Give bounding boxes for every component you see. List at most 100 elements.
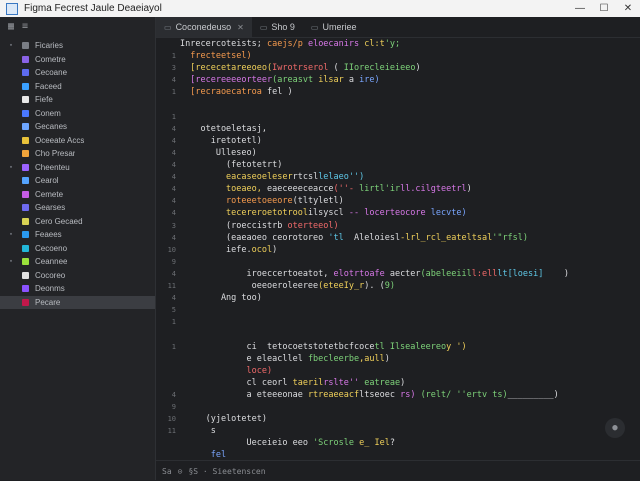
editor-tab[interactable]: ▭ Coconedeuso ✕	[156, 17, 252, 37]
code-token: taeril	[292, 377, 324, 388]
code-text: a eteeeonae rtreaeeacfltseoec rs) (relt/…	[180, 389, 559, 401]
close-button[interactable]: ✕	[616, 3, 640, 14]
sort-icon[interactable]: ≡	[22, 21, 28, 32]
sidebar-item[interactable]: Cecoeno	[0, 242, 155, 256]
line-number: 4	[171, 197, 176, 206]
code-text: otetoeletasj,	[180, 123, 267, 135]
file-icon: ▭	[259, 22, 268, 32]
editor-tab[interactable]: ▭ Umeriee	[303, 17, 365, 37]
code-token: ll.cilgteetrl	[400, 184, 467, 195]
code-line: 11 oeeoeroleeree(eteeIy_r). (9)	[156, 280, 640, 292]
circle-icon: ●	[612, 423, 618, 433]
line-number: 11	[167, 282, 176, 290]
sidebar-item[interactable]: Deonms	[0, 282, 155, 296]
sidebar-item[interactable]: ▪ Ceannee	[0, 255, 155, 269]
code-line: 4 tecereroetotroolilsyscl -- locerteocor…	[156, 207, 640, 219]
line-number: 9	[171, 257, 176, 266]
code-token: lt[loesi]	[497, 268, 554, 279]
code-line: 9	[156, 256, 640, 268]
code-text: Ulleseo)	[180, 147, 257, 159]
code-line: 4 Ulleseo)	[156, 147, 640, 159]
code-token: Inrecercoteists;	[180, 39, 267, 49]
code-token: (roeccistrb	[180, 220, 288, 231]
status-item[interactable]: §S · Sieetenscen	[188, 467, 265, 476]
code-line: Inrecercoteists; caejs/p eloecanirs cl:t…	[156, 38, 640, 50]
sidebar-item-label: Cecoeno	[35, 243, 68, 253]
code-token: eatreae	[364, 377, 401, 388]
code-token: iretotetl)	[180, 135, 262, 146]
folder-marker-icon: ▪	[9, 163, 13, 171]
code-token: frecteetsel)	[180, 51, 252, 62]
grid-icon[interactable]: ▦	[8, 21, 14, 32]
maximize-button[interactable]: ☐	[592, 3, 616, 14]
code-line: 1	[156, 316, 640, 328]
title-bar: Figma Fecrest Jaule Deaeiayol — ☐ ✕	[0, 0, 640, 17]
sidebar-item[interactable]: Oceeate Accs	[0, 134, 155, 148]
sidebar-item[interactable]: Fiefe	[0, 93, 155, 107]
code-line: 4 Ang too)	[156, 292, 640, 304]
status-item[interactable]: Sa	[162, 467, 172, 476]
sidebar-item[interactable]: Cho Presar	[0, 147, 155, 161]
code-token: rtcsl	[292, 172, 319, 183]
code-text: ci tetocoetstotetbcfcocetl Ilsealeereoy …	[180, 341, 467, 353]
code-token: elotrtoafe	[333, 268, 390, 279]
close-tab-icon[interactable]: ✕	[237, 23, 244, 32]
code-token: [recraoecatroa	[180, 87, 267, 98]
code-token: _________)	[507, 389, 559, 400]
code-line: Ueceieio eeo 'Scrosle e_ Iel?	[156, 437, 640, 449]
tab-label: Sho 9	[271, 22, 295, 32]
line-number: 1	[171, 88, 176, 97]
floating-action-button[interactable]: ●	[605, 418, 625, 438]
code-text: cl ceorl taerilrslte'' eatreae)	[180, 377, 406, 389]
editor-tab[interactable]: ▭ Sho 9	[252, 17, 303, 37]
line-number: 1	[171, 318, 176, 327]
code-token: rslte''	[323, 377, 365, 388]
code-line: 9	[156, 401, 640, 413]
code-text: [recraoecatroa fel )	[180, 86, 293, 98]
code-token: 'tl	[323, 232, 344, 243]
sidebar-item-label: Cho Presar	[35, 149, 76, 159]
code-token: fel )	[267, 87, 293, 98]
code-token: e_ Iel	[359, 438, 390, 449]
sidebar-item[interactable]: Cearol	[0, 174, 155, 188]
sidebar-item[interactable]: Cecoane	[0, 66, 155, 80]
file-type-icon	[22, 69, 29, 77]
sidebar-item[interactable]: Cometre	[0, 53, 155, 67]
code-text: loce)	[180, 365, 273, 377]
sidebar-item[interactable]: Pecare	[0, 295, 155, 309]
code-token: ). (	[364, 281, 385, 291]
code-token: loce)	[180, 365, 273, 376]
file-type-icon	[22, 244, 29, 252]
line-number: 4	[171, 161, 176, 169]
code-token: eaeceeeceacce	[267, 184, 334, 195]
sidebar-item[interactable]: Cemete	[0, 188, 155, 202]
code-token: -lrl_rcl_eateltsal	[400, 232, 493, 243]
code-text: frecteetsel)	[180, 50, 252, 62]
code-token: a eteeeonae	[180, 389, 308, 400]
code-editor[interactable]: Inrecercoteists; caejs/p eloecanirs cl:t…	[156, 38, 640, 460]
sidebar-item[interactable]: Gearses	[0, 201, 155, 215]
line-number: 3	[171, 221, 176, 230]
file-type-icon	[22, 271, 29, 279]
sidebar-item[interactable]: ▪ Ficaries	[0, 39, 155, 53]
file-type-icon	[22, 190, 29, 198]
sidebar-item[interactable]: Conem	[0, 107, 155, 121]
folder-marker-icon: ▪	[9, 42, 13, 50]
code-token: iroeccertoeatot,	[180, 268, 334, 279]
sidebar-item[interactable]: ▪ Feaees	[0, 228, 155, 242]
sidebar-item[interactable]: Gecanes	[0, 120, 155, 134]
code-text: s	[180, 425, 216, 437]
status-item[interactable]: ⊙	[178, 467, 183, 476]
sidebar-item-label: Ceannee	[35, 257, 68, 267]
sidebar-item-label: Cometre	[35, 54, 66, 64]
code-token: (fetotetrt)	[180, 160, 283, 170]
sidebar-item[interactable]: ▪ Cheenteu	[0, 161, 155, 175]
sidebar-item[interactable]: Cocoreo	[0, 269, 155, 283]
line-number: 1	[171, 112, 176, 121]
sidebar-item[interactable]: Faceed	[0, 80, 155, 94]
minimize-button[interactable]: —	[568, 3, 592, 14]
line-number: 4	[171, 185, 176, 194]
file-type-icon	[22, 231, 29, 239]
sidebar-item[interactable]: Cero Gecaed	[0, 215, 155, 229]
sidebar-item-label: Conem	[35, 108, 61, 118]
